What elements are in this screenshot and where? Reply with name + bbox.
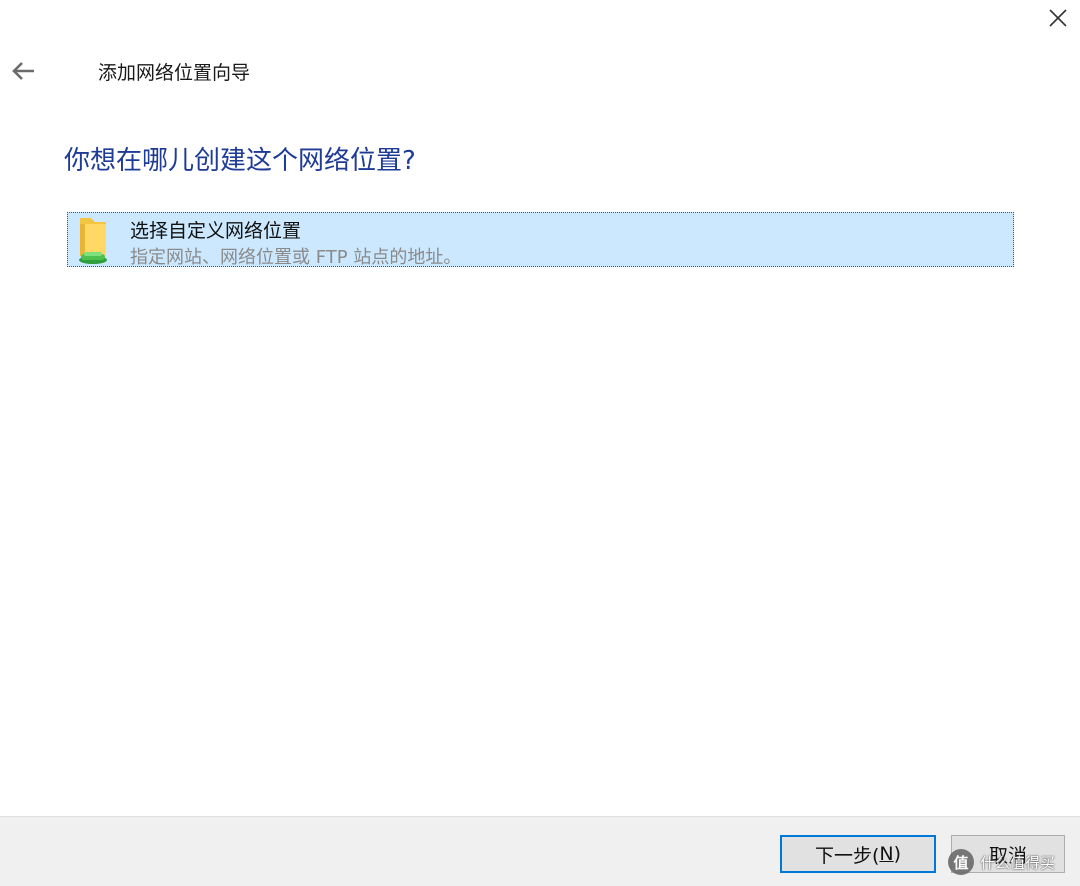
next-label-suffix: ) — [893, 843, 902, 865]
option-custom-network-location[interactable]: 选择自定义网络位置 指定网站、网络位置或 FTP 站点的地址。 — [67, 212, 1014, 268]
page-heading: 你想在哪儿创建这个网络位置? — [64, 146, 416, 176]
watermark-text: 什么值得买 — [980, 853, 1056, 872]
option-description: 指定网站、网络位置或 FTP 站点的地址。 — [130, 247, 462, 268]
network-folder-icon — [79, 218, 107, 264]
watermark: 值 什么值得买 — [948, 846, 1080, 878]
wizard-footer: 下一步(N) 取消 — [0, 816, 1080, 886]
wizard-title: 添加网络位置向导 — [98, 62, 251, 84]
close-button[interactable] — [1036, 0, 1080, 36]
option-title: 选择自定义网络位置 — [130, 220, 302, 242]
back-button[interactable] — [6, 56, 40, 86]
next-mnemonic: N — [879, 843, 894, 865]
back-arrow-icon — [12, 62, 34, 80]
next-button[interactable]: 下一步(N) — [780, 835, 936, 873]
next-label-prefix: 下一步( — [814, 844, 880, 867]
wizard-window: 添加网络位置向导 你想在哪儿创建这个网络位置? 选择自定义网络位置 指定网站、网… — [0, 0, 1080, 886]
close-icon — [1049, 9, 1067, 27]
watermark-logo: 值 — [948, 849, 974, 875]
